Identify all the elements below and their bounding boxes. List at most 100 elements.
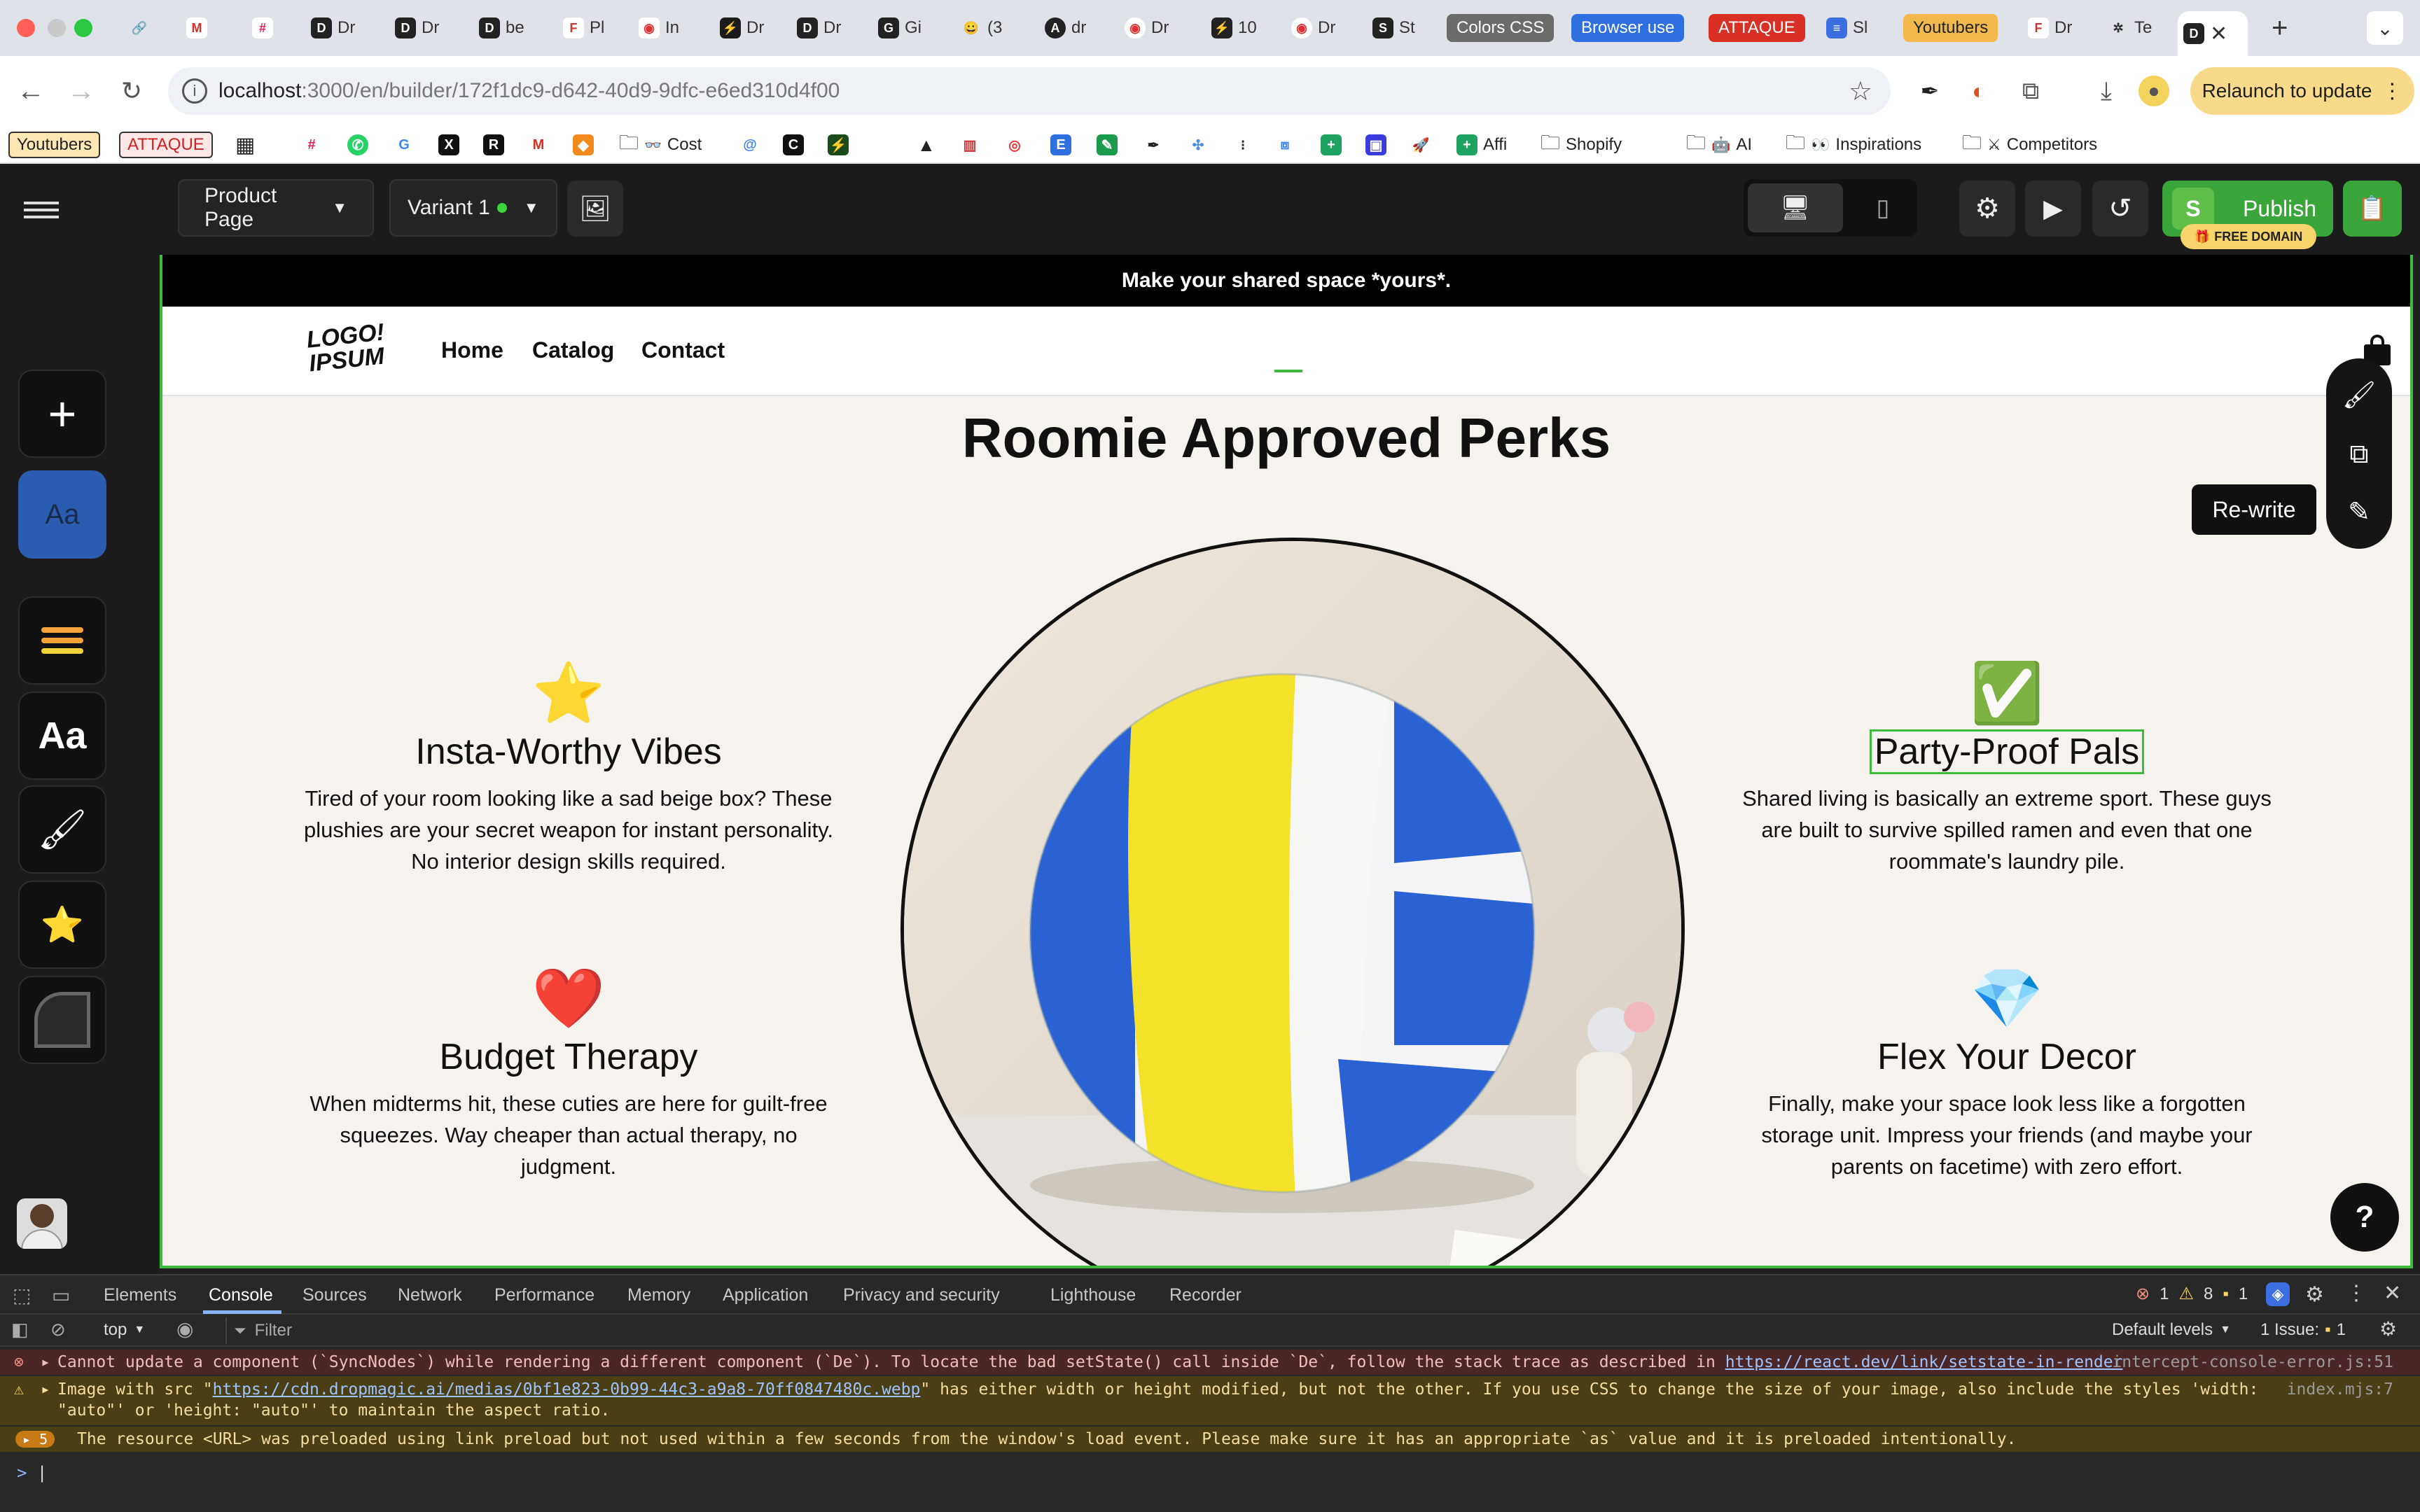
browser-tab[interactable]: ⚡ 10 xyxy=(1206,11,1263,45)
devtools-close-icon[interactable]: ✕ xyxy=(2384,1281,2401,1306)
devtools-tab-console[interactable]: Console xyxy=(209,1285,273,1306)
clear-console-icon[interactable]: ⊘ xyxy=(50,1319,66,1340)
free-domain-badge[interactable]: 🎁 FREE DOMAIN xyxy=(2181,224,2316,249)
feature-title-selected[interactable]: Party-Proof Pals xyxy=(1741,729,2273,774)
bookmark-youtubers[interactable]: Youtubers xyxy=(8,132,101,158)
expand-triangle-icon[interactable]: ▸ xyxy=(41,1350,50,1375)
pinned-tab-gmail[interactable]: M xyxy=(181,11,213,45)
feature-insta-worthy[interactable]: ⭐ Insta-Worthy Vibes Tired of your room … xyxy=(302,661,835,877)
bookmark-affi[interactable]: + Affi xyxy=(1456,132,1507,158)
add-element-button[interactable]: + xyxy=(18,370,106,458)
close-tab-icon[interactable]: ✕ xyxy=(2210,22,2227,46)
profile-avatar-icon[interactable]: ● xyxy=(2139,76,2169,106)
browser-tab[interactable]: F Dr xyxy=(2022,11,2078,45)
announcement-bar[interactable]: Make your shared space *yours*. xyxy=(162,255,2410,307)
tab-group-attaque[interactable]: ATTAQUE xyxy=(1709,14,1805,42)
bookmark-folder-inspirations[interactable]: 🗀 👀 Inspirations xyxy=(1786,132,1921,158)
feature-text[interactable]: Finally, make your space look less like … xyxy=(1741,1088,2273,1182)
console-settings-gear-icon[interactable]: ⚙ xyxy=(2379,1317,2397,1340)
bookmark-box[interactable]: ◆ xyxy=(573,132,594,158)
console-error-row[interactable]: ⊗ ▸ Cannot update a component (`SyncNode… xyxy=(0,1350,2420,1375)
devtools-tab-recorder[interactable]: Recorder xyxy=(1169,1285,1242,1306)
help-button[interactable]: ? xyxy=(2330,1183,2399,1252)
brush-icon[interactable]: 🖌 xyxy=(2342,378,2377,413)
preview-play-icon[interactable]: ▶ xyxy=(2025,181,2081,237)
bookmark-gmail[interactable]: M xyxy=(528,132,549,158)
bookmark-c[interactable]: C xyxy=(783,132,804,158)
devtools-more-icon[interactable]: ⋮ xyxy=(2346,1281,2367,1306)
devtools-settings-gear-icon[interactable]: ⚙ xyxy=(2305,1282,2324,1307)
brush-button[interactable]: 🖌 xyxy=(18,785,106,874)
devtools-counters[interactable]: ⊗ 1 ⚠ 8 ▪ 1 xyxy=(2136,1284,2248,1304)
browser-tab[interactable]: S St xyxy=(1367,11,1421,45)
history-icon[interactable]: ↺ xyxy=(2092,181,2148,237)
feature-text[interactable]: Shared living is basically an extreme sp… xyxy=(1741,783,2273,877)
devtools-tab-application[interactable]: Application xyxy=(723,1285,808,1306)
bookmark-folder-ai[interactable]: 🗀 🤖 AI xyxy=(1686,132,1752,158)
extensions-puzzle-icon[interactable]: ⧉ xyxy=(2012,73,2049,109)
extension-feather-icon[interactable]: ✒ xyxy=(1912,73,1948,109)
feature-party-proof[interactable]: ✅ Party-Proof Pals Shared living is basi… xyxy=(1741,661,2273,877)
browser-tab[interactable]: ⚡ Dr xyxy=(714,11,770,45)
selected-title-text[interactable]: Party-Proof Pals xyxy=(1869,729,2145,774)
theme-styles-button[interactable]: Aa xyxy=(18,470,106,559)
issues-counter[interactable]: 1 Issue: ▪ 1 xyxy=(2260,1320,2346,1340)
more-menu-icon[interactable]: ⋮ xyxy=(2381,79,2402,104)
log-source[interactable]: index.mjs:7 xyxy=(2287,1379,2393,1400)
browser-tab[interactable]: Dbe xyxy=(473,11,530,45)
log-levels-select[interactable]: Default levels ▼ xyxy=(2112,1320,2231,1340)
browser-tab[interactable]: ✲ Te xyxy=(2102,11,2157,45)
bookmark-star-icon[interactable]: ☆ xyxy=(1849,76,1872,107)
section-title[interactable]: Roomie Approved Perks xyxy=(162,406,2410,470)
browser-tab[interactable]: ◉ Dr xyxy=(1286,11,1341,45)
extension-flame-icon[interactable]: ◐ xyxy=(1961,73,1997,109)
sections-button[interactable] xyxy=(18,596,106,685)
console-warning-row[interactable]: ⚠ ▸ Image with src "https://cdn.dropmagi… xyxy=(0,1376,2420,1425)
favorites-button[interactable]: ⭐ xyxy=(18,881,106,969)
bookmark-whatsapp[interactable]: ✆ xyxy=(347,132,368,158)
feature-title[interactable]: Insta-Worthy Vibes xyxy=(302,729,835,774)
browser-tab[interactable]: G Gi xyxy=(872,11,927,45)
feature-title[interactable]: Flex Your Decor xyxy=(1741,1035,2273,1079)
device-mode-icon[interactable]: ▭ xyxy=(52,1284,70,1307)
url-bar[interactable]: i localhost:3000/en/builder/172f1dc9-d64… xyxy=(168,67,1891,115)
bookmark-slack[interactable]: # xyxy=(301,132,322,158)
magic-wand-icon[interactable]: ✎ xyxy=(2342,494,2377,529)
downloads-icon[interactable]: ⤓ xyxy=(2088,73,2125,109)
back-arrow-icon[interactable]: ← xyxy=(13,73,49,109)
bookmark-feather[interactable]: ✒ xyxy=(1143,132,1164,158)
user-avatar[interactable] xyxy=(17,1198,67,1249)
duplicate-icon[interactable]: ⧉ xyxy=(2342,437,2377,472)
browser-tab[interactable]: D Dr xyxy=(389,11,445,45)
feature-budget-therapy[interactable]: ❤️ Budget Therapy When midterms hit, the… xyxy=(302,966,835,1182)
log-link[interactable]: https://cdn.dropmagic.ai/medias/0bf1e823… xyxy=(213,1380,921,1399)
devtools-tab-memory[interactable]: Memory xyxy=(627,1285,690,1306)
devtools-tab-elements[interactable]: Elements xyxy=(104,1285,176,1306)
maximize-window-icon[interactable] xyxy=(74,19,92,37)
console-filter-input[interactable]: ⏷ Filter xyxy=(225,1317,2095,1344)
feature-text[interactable]: When midterms hit, these cuties are here… xyxy=(302,1088,835,1182)
browser-tab[interactable]: ≡ Sl xyxy=(1821,11,1873,45)
browser-tab[interactable]: ◉ Dr xyxy=(1119,11,1174,45)
browser-tab[interactable]: Adr xyxy=(1039,11,1092,45)
bookmark-attaque[interactable]: ATTAQUE xyxy=(119,132,213,158)
desktop-view-icon[interactable]: 🖥 xyxy=(1748,183,1843,232)
nav-home[interactable]: Home xyxy=(441,337,503,363)
sidebar-toggle-icon[interactable]: ◧ xyxy=(11,1319,29,1340)
bookmark-e[interactable]: E xyxy=(1050,132,1071,158)
bookmark-r[interactable]: R xyxy=(483,132,504,158)
devtools-tab-network[interactable]: Network xyxy=(398,1285,462,1306)
bookmark-cubes[interactable]: ⧈ xyxy=(1274,132,1295,158)
product-image[interactable] xyxy=(900,538,1685,1266)
bookmark-swirl[interactable]: @ xyxy=(739,132,760,158)
bookmark-bolt[interactable]: ⚡ xyxy=(828,132,849,158)
pinned-tab-link[interactable]: 🔗 xyxy=(123,11,155,45)
browser-tab-active[interactable]: D ✕ xyxy=(2178,11,2248,56)
tab-group-browser-use[interactable]: Browser use xyxy=(1571,14,1685,42)
browser-tab[interactable]: ◉ In xyxy=(633,11,685,45)
builder-canvas[interactable]: Make your shared space *yours*. LOGO! IP… xyxy=(160,255,2413,1268)
context-select[interactable]: top ▼ xyxy=(104,1320,145,1340)
log-link[interactable]: https://react.dev/link/setstate-in-rende… xyxy=(1725,1353,2123,1371)
bookmark-sheets[interactable]: + xyxy=(1321,132,1342,158)
console-warning-group-row[interactable]: ▸ 5 The resource <URL> was preloaded usi… xyxy=(0,1427,2420,1452)
